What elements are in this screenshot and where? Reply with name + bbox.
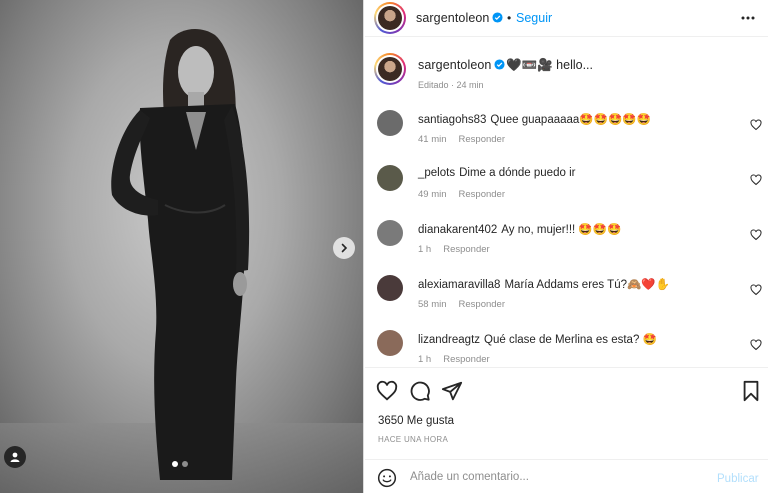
- reply-button[interactable]: Responder: [459, 299, 505, 310]
- caption-avatar[interactable]: [374, 53, 406, 85]
- avatar: [378, 57, 402, 81]
- comment-text: Ay no, mujer!!! 🤩🤩🤩: [501, 224, 622, 236]
- comment-text: Dime a dónde puedo ir: [459, 167, 576, 179]
- comment-composer: Publicar: [365, 459, 768, 493]
- comment-item: dianakarent402 Ay no, mujer!!! 🤩🤩🤩 1 h Res…: [365, 213, 768, 268]
- comment-time: 1 h: [418, 244, 432, 255]
- reply-button[interactable]: Responder: [443, 244, 489, 255]
- comment-item: lizandreagtz Qué clase de Merlina es esta…: [365, 323, 768, 367]
- comment-username[interactable]: lizandreagtz: [418, 334, 480, 346]
- commenter-avatar[interactable]: [377, 275, 403, 301]
- user-tag-icon: [10, 452, 20, 462]
- carousel-indicator: [172, 461, 188, 467]
- reply-button[interactable]: Responder: [459, 134, 505, 145]
- bookmark-icon[interactable]: [740, 380, 762, 402]
- chevron-right-icon: [341, 243, 348, 253]
- caption-username[interactable]: sargentoleon: [418, 58, 506, 72]
- post-header: sargentoleon • Seguir: [365, 0, 768, 37]
- carousel-next-button[interactable]: [333, 237, 355, 259]
- send-icon[interactable]: [441, 380, 463, 402]
- carousel-dot-active: [172, 461, 178, 467]
- verified-badge-icon: [494, 59, 506, 70]
- post-actions: 3650 Me gusta HACE UNA HORA: [365, 367, 768, 459]
- comment-time: 1 h: [418, 354, 432, 365]
- publish-button[interactable]: Publicar: [717, 473, 759, 485]
- emoji-icon[interactable]: [377, 468, 397, 488]
- comment-item: santiagohs83 Quee guapaaaaa🤩🤩🤩🤩🤩 41 min Re…: [365, 103, 768, 158]
- follow-button[interactable]: Seguir: [516, 11, 552, 25]
- commenter-avatar[interactable]: [377, 220, 403, 246]
- heart-icon[interactable]: [750, 339, 762, 351]
- like-count[interactable]: 3650 Me gusta: [378, 415, 454, 427]
- carousel-dot: [182, 461, 188, 467]
- comment-time: 58 min: [418, 299, 447, 310]
- comment-username[interactable]: _pelots: [418, 167, 455, 179]
- avatar: [378, 6, 402, 30]
- comment-icon[interactable]: [409, 380, 431, 402]
- post-photo: [111, 28, 250, 480]
- caption-text: 🖤📼🎥 hello...: [506, 58, 593, 72]
- heart-icon[interactable]: [750, 119, 762, 131]
- comment-username[interactable]: dianakarent402: [418, 224, 497, 236]
- comment-text: María Addams eres Tú?🙈❤️✋: [504, 279, 670, 291]
- user-tag-button[interactable]: [4, 446, 26, 468]
- heart-icon[interactable]: [750, 229, 762, 241]
- heart-icon[interactable]: [750, 284, 762, 296]
- commenter-avatar[interactable]: [377, 110, 403, 136]
- comment-input[interactable]: [410, 466, 700, 488]
- reply-button[interactable]: Responder: [459, 189, 505, 200]
- comment-time: 49 min: [418, 189, 447, 200]
- post-media[interactable]: [0, 0, 364, 493]
- comment-item: _pelots Dime a dónde puedo ir 49 min Respo…: [365, 158, 768, 213]
- post-sidebar: sargentoleon • Seguir sargentoleon 🖤📼🎥 h…: [365, 0, 768, 493]
- comment-text: Qué clase de Merlina es esta? 🤩: [484, 334, 657, 346]
- header-separator: •: [507, 11, 512, 25]
- more-horizontal-icon[interactable]: [741, 10, 755, 26]
- comment-time: 41 min: [418, 134, 447, 145]
- commenter-avatar[interactable]: [377, 165, 403, 191]
- post-timestamp[interactable]: HACE UNA HORA: [378, 435, 448, 444]
- verified-badge-icon: [492, 12, 504, 23]
- heart-icon[interactable]: [750, 174, 762, 186]
- heart-icon[interactable]: [376, 380, 398, 402]
- comment-text: Quee guapaaaaa🤩🤩🤩🤩🤩: [490, 114, 651, 126]
- header-username[interactable]: sargentoleon: [416, 11, 504, 25]
- comment-username[interactable]: santiagohs83: [418, 114, 486, 126]
- post-caption: sargentoleon 🖤📼🎥 hello... Editado · 24 m…: [365, 37, 768, 103]
- comment-username[interactable]: alexiamaravilla8: [418, 279, 500, 291]
- comment-list[interactable]: santiagohs83 Quee guapaaaaa🤩🤩🤩🤩🤩 41 min Re…: [365, 103, 768, 367]
- commenter-avatar[interactable]: [377, 330, 403, 356]
- reply-button[interactable]: Responder: [443, 354, 489, 365]
- comment-item: alexiamaravilla8 María Addams eres Tú?🙈❤️…: [365, 268, 768, 323]
- caption-meta: Editado · 24 min: [418, 80, 484, 90]
- story-ring-avatar[interactable]: [374, 2, 406, 34]
